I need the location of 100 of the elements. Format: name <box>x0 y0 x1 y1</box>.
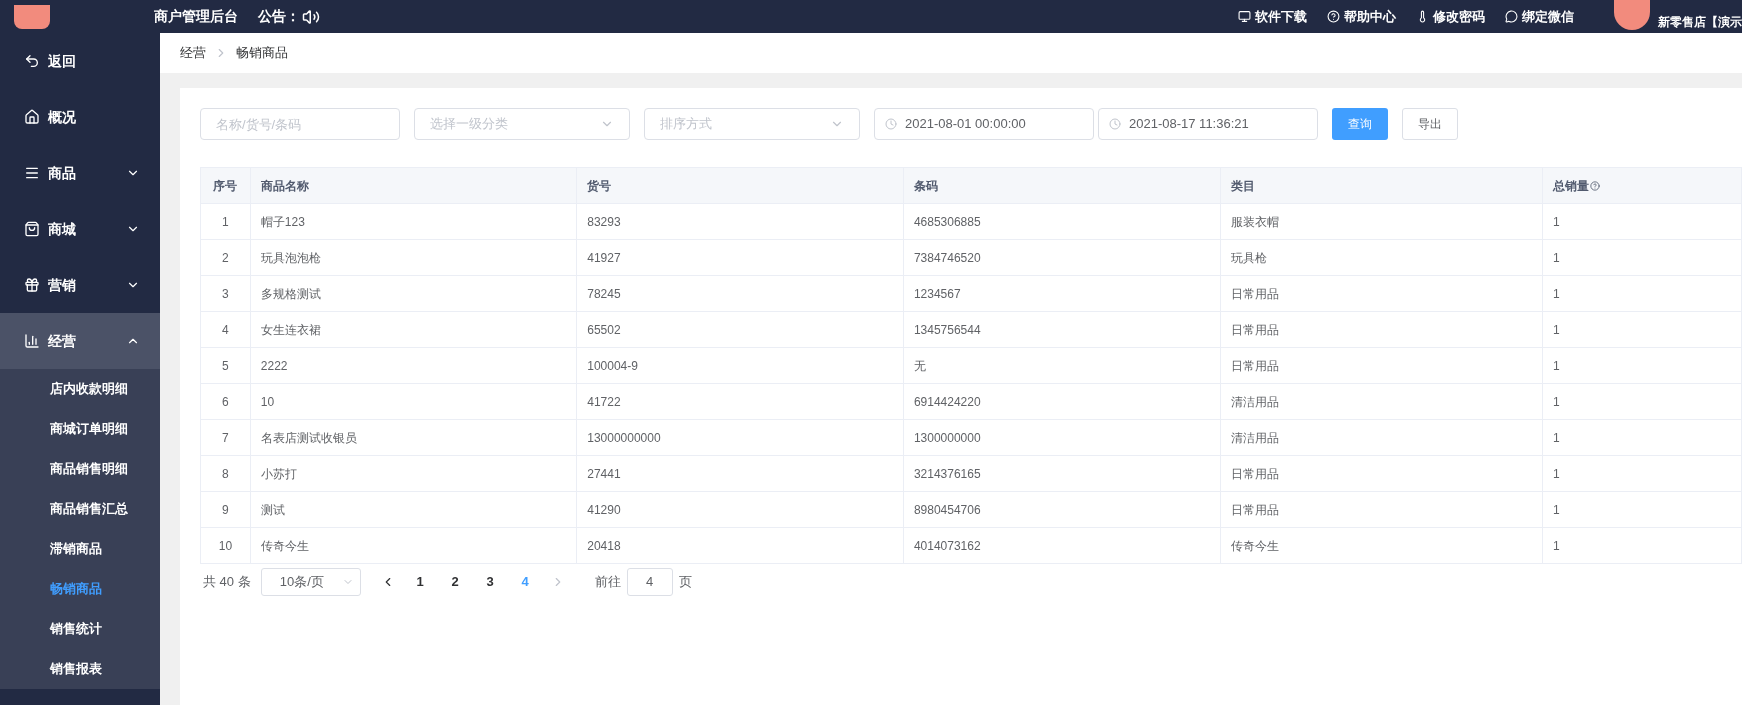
column-header: 商品名称 <box>250 167 577 204</box>
monitor-icon <box>1238 10 1251 23</box>
table-cell: 1 <box>1542 383 1742 420</box>
submenu-item[interactable]: 商品销售明细 <box>0 449 160 489</box>
help-icon <box>1589 180 1600 191</box>
table-cell: 玩具枪 <box>1220 239 1543 276</box>
page-size-select[interactable]: 10条/页 <box>260 568 361 596</box>
table-cell: 41927 <box>576 239 904 276</box>
notice-label: 公告： <box>258 7 300 26</box>
page-number[interactable]: 1 <box>402 572 438 592</box>
table-cell: 20418 <box>576 527 904 564</box>
table-cell: 78245 <box>576 275 904 312</box>
column-header: 总销量 <box>1542 167 1742 204</box>
table-cell: 名表店测试收银员 <box>250 419 577 456</box>
table-cell: 6914424220 <box>903 383 1221 420</box>
table-cell: 1 <box>1542 455 1742 492</box>
table-cell: 帽子123 <box>250 203 577 240</box>
table-cell: 日常用品 <box>1220 491 1543 528</box>
table-cell: 1234567 <box>903 275 1221 312</box>
store-name: 新零售店【演示 <box>1658 13 1742 31</box>
table-cell: 6 <box>200 383 251 420</box>
table-cell: 8 <box>200 455 251 492</box>
table-cell: 1345756544 <box>903 311 1221 348</box>
page-suffix: 页 <box>678 573 692 592</box>
header-link[interactable]: 绑定微信 <box>1505 6 1574 27</box>
bar-chart-icon <box>24 333 40 349</box>
chat-icon <box>1505 10 1518 23</box>
menu-icon <box>24 165 40 181</box>
export-button[interactable]: 导出 <box>1402 108 1458 140</box>
goto-page-field[interactable]: 4 <box>626 568 673 596</box>
table-cell: 1 <box>1542 419 1742 456</box>
table-cell: 83293 <box>576 203 904 240</box>
table-cell: 4014073162 <box>903 527 1221 564</box>
table-cell: 女生连衣裙 <box>250 311 577 348</box>
table-cell: 无 <box>903 347 1221 384</box>
table-cell: 1 <box>1542 491 1742 528</box>
sidebar-item[interactable]: 返回 <box>0 33 160 89</box>
table-cell: 1 <box>1542 527 1742 564</box>
table-cell: 65502 <box>576 311 904 348</box>
table-cell: 100004-9 <box>576 347 904 384</box>
table-cell: 7 <box>200 419 251 456</box>
submenu-item[interactable]: 畅销商品 <box>0 569 160 609</box>
submenu-item[interactable]: 商城订单明细 <box>0 409 160 449</box>
table-cell: 2 <box>200 239 251 276</box>
table-cell: 41290 <box>576 491 904 528</box>
table-cell: 10 <box>200 527 251 564</box>
date-time-field[interactable]: 2021-08-17 11:36:21 <box>1098 108 1318 140</box>
sidebar-item[interactable]: 经营 <box>0 313 160 369</box>
submenu-item[interactable]: 滞销商品 <box>0 529 160 569</box>
table-cell: 4 <box>200 311 251 348</box>
table-cell: 9 <box>200 491 251 528</box>
table-cell: 3 <box>200 275 251 312</box>
table-cell: 1 <box>1542 347 1742 384</box>
clock-icon <box>1109 118 1121 130</box>
table-cell: 1 <box>1542 203 1742 240</box>
sidebar-item[interactable]: 商品 <box>0 145 160 201</box>
table-cell: 日常用品 <box>1220 347 1543 384</box>
table-cell: 2222 <box>250 347 577 384</box>
clock-icon <box>885 118 897 130</box>
table-cell: 1 <box>1542 239 1742 276</box>
date-time-field[interactable]: 2021-08-01 00:00:00 <box>874 108 1094 140</box>
table-cell: 41722 <box>576 383 904 420</box>
table-cell: 日常用品 <box>1220 455 1543 492</box>
breadcrumb-link[interactable]: 经营 <box>180 43 206 63</box>
sidebar-item[interactable]: 商城 <box>0 201 160 257</box>
home-icon <box>24 109 40 125</box>
table-cell: 服装衣帽 <box>1220 203 1543 240</box>
table-cell: 传奇今生 <box>250 527 577 564</box>
submenu-item[interactable]: 销售报表 <box>0 649 160 689</box>
table-cell: 传奇今生 <box>1220 527 1543 564</box>
table-cell: 1 <box>1542 311 1742 348</box>
table-cell: 玩具泡泡枪 <box>250 239 577 276</box>
table-cell: 1300000000 <box>903 419 1221 456</box>
table-cell: 8980454706 <box>903 491 1221 528</box>
table-cell: 日常用品 <box>1220 311 1543 348</box>
table-cell: 1 <box>200 203 251 240</box>
column-header: 类目 <box>1220 167 1543 204</box>
breadcrumb-link[interactable]: 畅销商品 <box>236 43 288 63</box>
table-cell: 清洁用品 <box>1220 419 1543 456</box>
submenu-item[interactable]: 店内收款明细 <box>0 369 160 409</box>
sidebar-item[interactable]: 概况 <box>0 89 160 145</box>
page-number[interactable]: 3 <box>472 572 508 592</box>
submenu-item[interactable]: 销售统计 <box>0 609 160 649</box>
column-header: 序号 <box>200 167 251 204</box>
help-icon <box>1327 10 1340 23</box>
page-number[interactable]: 2 <box>437 572 473 592</box>
header-link[interactable]: 修改密码 <box>1416 6 1485 27</box>
search-field[interactable]: 名称/货号/条码 <box>200 108 400 140</box>
total-count: 共 40 条 <box>203 573 251 592</box>
avatar[interactable] <box>1614 0 1650 30</box>
submenu-item[interactable]: 商品销售汇总 <box>0 489 160 529</box>
sidebar-item[interactable]: 营销 <box>0 257 160 313</box>
header-link[interactable]: 帮助中心 <box>1327 6 1396 27</box>
logo-icon <box>14 4 50 29</box>
table-cell: 4685306885 <box>903 203 1221 240</box>
column-header: 货号 <box>576 167 904 204</box>
bag-icon <box>24 221 40 237</box>
header-link[interactable]: 软件下载 <box>1238 6 1307 27</box>
table-cell: 测试 <box>250 491 577 528</box>
column-header: 条码 <box>903 167 1221 204</box>
